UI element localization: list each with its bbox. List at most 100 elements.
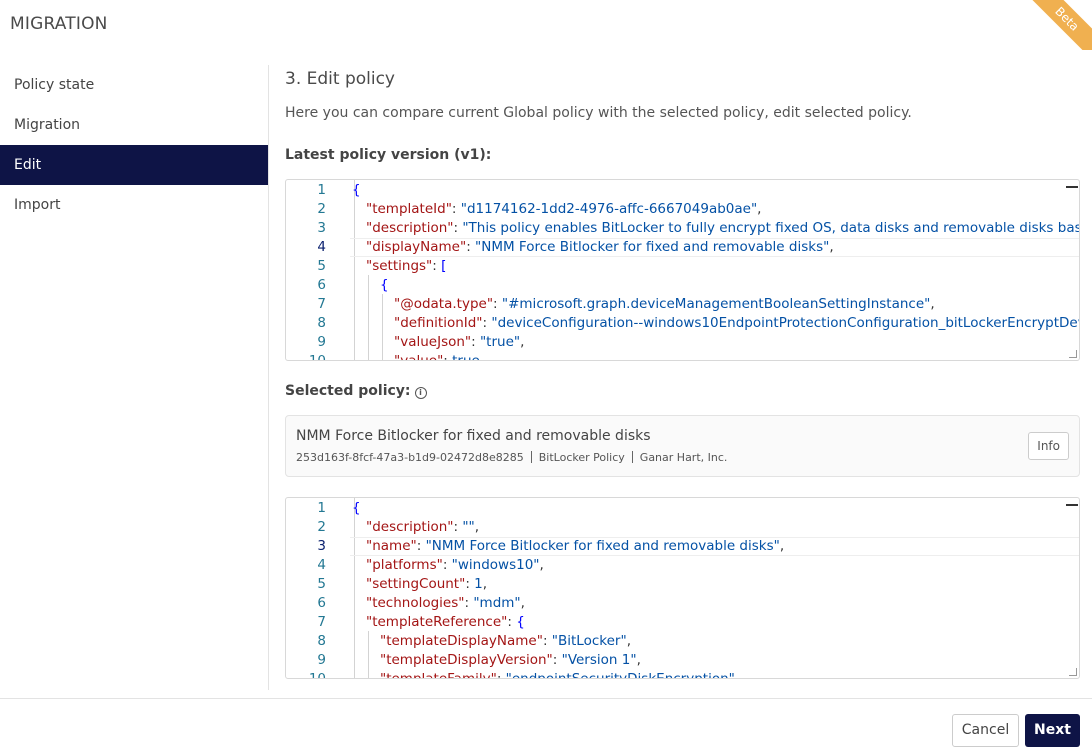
json-key: "technologies" — [366, 595, 465, 611]
beta-label: Beta — [1032, 0, 1092, 50]
code-line: 10 "value": true — [286, 352, 1079, 361]
json-value: "This policy enables BitLocker to fully … — [462, 220, 1080, 236]
latest-policy-editor[interactable]: 1{2 "templateId": "d1174162-1dd2-4976-aff… — [285, 179, 1080, 361]
separator — [530, 451, 532, 463]
sidebar-item-policy-state[interactable]: Policy state — [0, 65, 268, 105]
code-text: "value": true — [394, 352, 480, 361]
json-punct: , — [757, 201, 762, 217]
sidebar: Policy state Migration Edit Import — [0, 65, 269, 690]
json-punct: , — [474, 519, 480, 535]
line-number: 10 — [308, 671, 326, 679]
code-text: "settingCount": 1, — [366, 576, 488, 592]
json-punct: , — [779, 538, 785, 554]
json-punct: , — [636, 652, 641, 668]
json-key: "platforms" — [366, 557, 443, 573]
json-value: true — [452, 353, 480, 361]
json-key: "valueJson" — [394, 334, 472, 350]
policy-meta: 253d163f-8fcf-47a3-b1d9-02472d8e8285 BitL… — [296, 451, 727, 464]
latest-policy-label: Latest policy version (v1): — [285, 147, 492, 163]
json-punct: , — [482, 576, 488, 592]
line-number: 7 — [317, 296, 326, 312]
line-number: 10 — [308, 353, 326, 361]
json-key: "name" — [366, 538, 417, 554]
code-line: 5 "settings": [ — [286, 257, 1079, 276]
line-number: 2 — [317, 519, 326, 535]
next-button[interactable]: Next — [1025, 714, 1080, 747]
json-value: 1 — [474, 576, 483, 592]
line-number: 6 — [317, 595, 326, 611]
code-line: 2 "templateId": "d1174162-1dd2-4976-affc-… — [286, 200, 1079, 219]
info-button[interactable]: Info — [1028, 432, 1069, 460]
line-number: 5 — [317, 576, 326, 592]
code-line: 10 "templateFamily": "endpointSecurityDis… — [286, 670, 1079, 679]
line-number: 5 — [317, 258, 326, 274]
line-number: 9 — [317, 652, 326, 668]
code-line: 3 "name": "NMM Force Bitlocker for fixed … — [286, 537, 1079, 556]
line-number: 7 — [317, 614, 326, 630]
json-value: [ — [441, 258, 447, 274]
json-key: "templateDisplayName" — [380, 633, 543, 649]
code-line: 8 "definitionId": "deviceConfiguration--w… — [286, 314, 1079, 333]
json-punct: , — [520, 334, 525, 350]
code-text: "displayName": "NMM Force Bitlocker for … — [366, 239, 834, 255]
json-punct: , — [539, 557, 544, 573]
line-number: 6 — [317, 277, 326, 293]
json-value: "mdm" — [473, 595, 521, 611]
code-line: 6{ — [286, 276, 1079, 295]
code-text: "settings": [ — [366, 258, 447, 274]
json-value: "true" — [479, 334, 521, 350]
separator — [631, 451, 633, 463]
line-number: 4 — [317, 557, 326, 573]
json-punct: , — [520, 595, 525, 611]
selected-policy-card: NMM Force Bitlocker for fixed and remova… — [285, 415, 1080, 477]
code-line: 1{ — [286, 181, 1079, 200]
code-text: "description": "", — [366, 519, 480, 535]
line-number: 3 — [317, 220, 326, 236]
json-punct: , — [829, 239, 834, 255]
json-key: "description" — [366, 220, 454, 236]
json-value: "#microsoft.graph.deviceManagementBoolea… — [501, 296, 931, 312]
line-number: 8 — [317, 315, 326, 331]
json-key: "templateId" — [366, 201, 452, 217]
line-number: 2 — [317, 201, 326, 217]
policy-name: NMM Force Bitlocker for fixed and remova… — [296, 428, 651, 444]
code-text: "description": "This policy enables BitL… — [366, 219, 1080, 238]
cancel-button[interactable]: Cancel — [952, 714, 1019, 747]
json-value: "BitLocker" — [551, 633, 627, 649]
section-title: 3. Edit policy — [285, 69, 395, 89]
code-text: { — [352, 181, 361, 200]
json-key: "displayName" — [366, 239, 467, 255]
selected-policy-label: Selected policy: i — [285, 383, 427, 399]
json-value: "d1174162-1dd2-4976-affc-6667049ab0ae" — [460, 201, 758, 217]
sidebar-item-migration[interactable]: Migration — [0, 105, 268, 145]
json-value: "NMM Force Bitlocker for fixed and remov… — [475, 239, 830, 255]
code-text: "templateDisplayName": "BitLocker", — [380, 633, 631, 649]
sidebar-item-import[interactable]: Import — [0, 185, 268, 225]
json-value: "endpointSecurityDiskEncryption" — [505, 671, 735, 679]
code-line: 1{ — [286, 499, 1079, 518]
json-key: "settingCount" — [366, 576, 466, 592]
code-line: 9 "templateDisplayVersion": "Version 1", — [286, 651, 1079, 670]
code-line: 2 "description": "", — [286, 518, 1079, 537]
code-line: 3 "description": "This policy enables Bit… — [286, 219, 1079, 238]
json-value: "" — [462, 519, 475, 535]
selected-policy-editor[interactable]: 1{2 "description": "", 3 "name": "NMM Force… — [285, 497, 1080, 679]
sidebar-item-edit[interactable]: Edit — [0, 145, 268, 185]
code-line: 9 "valueJson": "true", — [286, 333, 1079, 352]
code-text: "templateReference": { — [366, 614, 525, 630]
code-text: { — [380, 276, 389, 295]
line-number: 1 — [317, 500, 326, 516]
policy-owner: Ganar Hart, Inc. — [639, 451, 728, 464]
code-text: "@odata.type": "#microsoft.graph.deviceM… — [394, 296, 935, 312]
line-number: 4 — [317, 239, 326, 255]
code-text: "templateId": "d1174162-1dd2-4976-affc-6… — [366, 201, 762, 217]
json-key: "description" — [366, 519, 454, 535]
json-value: { — [516, 614, 525, 630]
line-number: 9 — [317, 334, 326, 350]
code-line: 7 "@odata.type": "#microsoft.graph.device… — [286, 295, 1079, 314]
code-line: 4 "displayName": "NMM Force Bitlocker for… — [286, 238, 1079, 257]
info-icon[interactable]: i — [414, 387, 427, 399]
selected-policy-label-text: Selected policy: — [285, 383, 411, 399]
brace: { — [352, 500, 361, 516]
json-punct: , — [626, 633, 631, 649]
